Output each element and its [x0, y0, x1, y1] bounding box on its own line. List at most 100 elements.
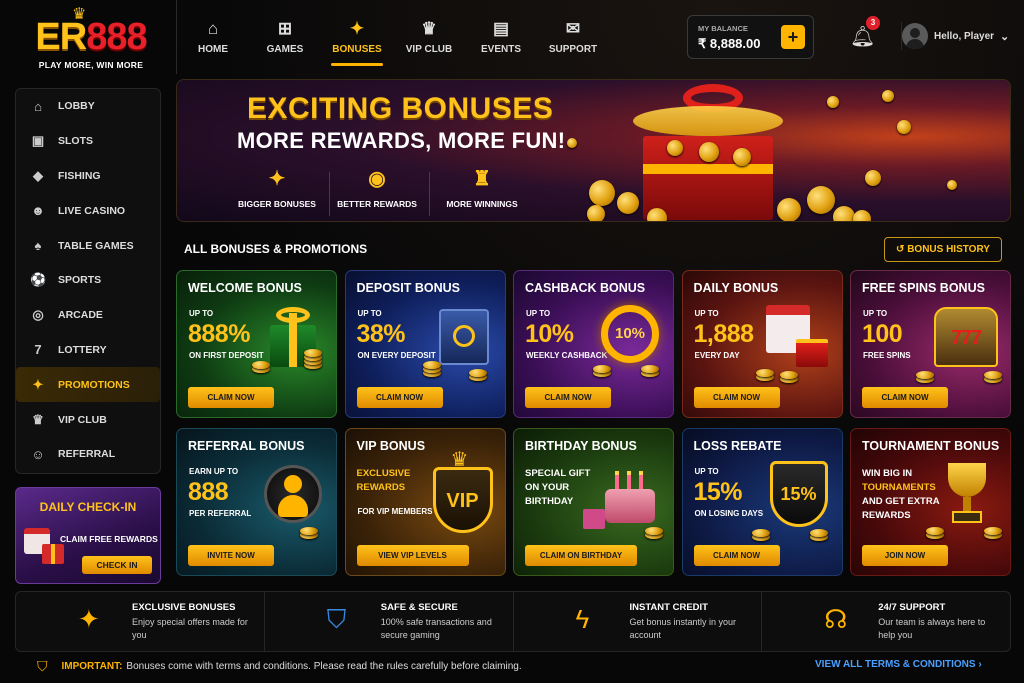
sidebar-item-referral[interactable]: ☺ REFERRAL	[16, 437, 160, 472]
sidebar-item-label: REFERRAL	[58, 448, 116, 461]
joystick-icon: ◎	[32, 307, 44, 323]
card-title: DAILY BONUS	[693, 281, 779, 295]
card-amount: 10%	[525, 320, 574, 348]
sidebar-item-live-casino[interactable]: ☻ LIVE CASINO	[16, 193, 160, 228]
coin-illustration	[882, 90, 894, 102]
feature-description: Our team is always here to help you	[878, 616, 986, 640]
brand-name-part-b: 888	[86, 16, 147, 58]
crown-icon: ♛	[32, 411, 44, 427]
user-menu[interactable]: Hello, Player ⌄	[901, 22, 1009, 50]
nav-games[interactable]: ⊞ GAMES	[249, 0, 321, 74]
gift-icon	[42, 544, 64, 564]
promotion-cards-grid: WELCOME BONUS UP TO 888% ON FIRST DEPOSIT CL…	[176, 270, 1012, 578]
coin-illustration	[751, 529, 770, 537]
feature-text: EXCLUSIVE BONUSES Enjoy special offers ma…	[132, 602, 252, 642]
feature-title: EXCLUSIVE BONUSES	[132, 601, 236, 613]
card-cashback-bonus-button[interactable]: CLAIM NOW	[525, 387, 611, 408]
cake-shape	[605, 489, 655, 523]
coin-illustration	[984, 527, 1002, 535]
terms-link-label: VIEW ALL TERMS & CONDITIONS	[815, 659, 976, 670]
brand-tagline: PLAY MORE, WIN MORE	[38, 60, 144, 70]
feature-description: 100% safe transactions and secure gaming	[380, 616, 492, 640]
slots-icon: ▣	[31, 133, 45, 149]
coin-illustration	[593, 365, 611, 373]
checkin-button[interactable]: CHECK IN	[82, 556, 152, 574]
home-icon: ⌂	[207, 18, 219, 38]
sidebar-item-sports[interactable]: ⚽ SPORTS	[16, 263, 160, 298]
cake-illustration	[583, 461, 663, 539]
coin-illustration	[865, 170, 881, 186]
sidebar-item-fishing[interactable]: ◆ FISHING	[16, 159, 160, 194]
card-loss-rebate-button[interactable]: CLAIM NOW	[693, 545, 780, 566]
nav-events[interactable]: ▤ EVENTS	[465, 0, 537, 74]
sidebar-item-slots[interactable]: ▣ SLOTS	[16, 124, 160, 159]
trophy-cup-shape	[948, 463, 986, 497]
card-title: LOSS REBATE	[693, 439, 782, 453]
sidebar-item-lottery[interactable]: 7 LOTTERY	[16, 333, 160, 368]
candle-shape	[639, 471, 643, 489]
nav-vip-club[interactable]: ♛ VIP CLUB	[393, 0, 465, 74]
coin-illustration	[567, 138, 577, 148]
card-daily-bonus-button[interactable]: CLAIM NOW	[693, 387, 780, 408]
feature-instant-credit: ϟ INSTANT CREDIT Get bonus instantly in yo…	[514, 592, 763, 651]
candle-shape	[615, 471, 619, 489]
nav-bonuses[interactable]: ✦ BONUSES	[321, 0, 393, 74]
cards-icon: ♠	[34, 238, 42, 254]
trophy-illustration	[926, 461, 1002, 539]
coin-illustration	[699, 142, 719, 162]
features-strip: ✦ EXCLUSIVE BONUSES Enjoy special offers m…	[15, 591, 1011, 652]
card-upto-label: UP TO	[189, 309, 214, 318]
card-tournament-bonus-button[interactable]: JOIN NOW	[862, 545, 948, 566]
card-upto-label: UP TO	[357, 309, 382, 318]
card-upto-label: UP TO	[694, 467, 719, 476]
gift-icon: ✦	[78, 604, 100, 634]
sidebar-item-arcade[interactable]: ◎ ARCADE	[16, 298, 160, 333]
coin-illustration	[755, 369, 774, 377]
candle-shape	[627, 471, 631, 489]
cashback-illustration: 10%	[593, 303, 663, 377]
calendar-illustration	[755, 303, 832, 383]
card-vip-bonus-button[interactable]: VIEW VIP LEVELS	[356, 545, 469, 566]
terms-link[interactable]: VIEW ALL TERMS & CONDITIONS ›	[815, 659, 982, 670]
sidebar-item-label: ARCADE	[58, 309, 103, 322]
coin-illustration	[947, 180, 957, 190]
banner-title: EXCITING BONUSES	[247, 92, 554, 125]
nav-home[interactable]: ⌂ HOME	[177, 0, 249, 74]
feature-description: Get bonus instantly in your account	[629, 616, 737, 640]
sidebar-item-vip-club[interactable]: ♛ VIP CLUB	[16, 402, 160, 437]
headset-icon: ☊	[824, 604, 848, 634]
bonus-history-button[interactable]: ↺ BONUS HISTORY	[884, 237, 1002, 262]
nav-support[interactable]: ✉ SUPPORT	[537, 0, 609, 74]
briefcase-icon: ▤	[492, 18, 510, 38]
coin-illustration	[645, 527, 663, 535]
coin-illustration	[809, 529, 828, 537]
promo-card-referral-bonus: REFERRAL BONUS EARN UP TO 888 PER REFERRAL I…	[176, 428, 337, 576]
card-amount: 1,888	[693, 320, 755, 348]
gift-box-shape	[795, 339, 828, 367]
card-title: TOURNAMENT BONUS	[862, 439, 1000, 453]
promo-card-daily-bonus: DAILY BONUS UP TO 1,888 EVERY DAY CLAIM NOW	[681, 270, 843, 418]
banner-feature-label: BIGGER BONUSES	[238, 199, 316, 209]
cashback-ring-shape: 10%	[601, 305, 659, 363]
gift-bow-shape	[276, 307, 310, 323]
sidebar-item-lobby[interactable]: ⌂ LOBBY	[16, 89, 160, 124]
feature-safe-secure: ⛉ SAFE & SECURE 100% safe transactions and…	[265, 592, 514, 651]
sidebar-item-table-games[interactable]: ♠ TABLE GAMES	[16, 228, 160, 263]
card-referral-bonus-button[interactable]: INVITE NOW	[188, 545, 274, 566]
card-birthday-bonus-button[interactable]: CLAIM ON BIRTHDAY	[525, 545, 637, 566]
card-title: REFERRAL BONUS	[188, 439, 305, 453]
card-subtext: ON FIRST DEPOSIT	[189, 351, 264, 360]
notifications-button[interactable]: 🔔︎ 3	[850, 16, 880, 48]
section-title: ALL BONUSES & PROMOTIONS	[184, 242, 368, 256]
gift-lid-illustration	[633, 106, 783, 136]
coin-illustration	[984, 371, 1002, 379]
card-amount: 100	[862, 320, 903, 348]
card-deposit-bonus-button[interactable]: CLAIM NOW	[356, 387, 443, 408]
brand-logo[interactable]: ♛ ER888 PLAY MORE, WIN MORE	[16, 6, 166, 74]
card-welcome-bonus-button[interactable]: CLAIM NOW	[188, 387, 274, 408]
trophy-stem-shape	[963, 497, 971, 511]
card-free-spins-bonus-button[interactable]: CLAIM NOW	[862, 387, 948, 408]
gamepad-icon: ⊞	[277, 18, 293, 38]
deposit-plus-button[interactable]: +	[781, 25, 805, 49]
sidebar-item-promotions[interactable]: ✦ PROMOTIONS	[16, 367, 160, 403]
